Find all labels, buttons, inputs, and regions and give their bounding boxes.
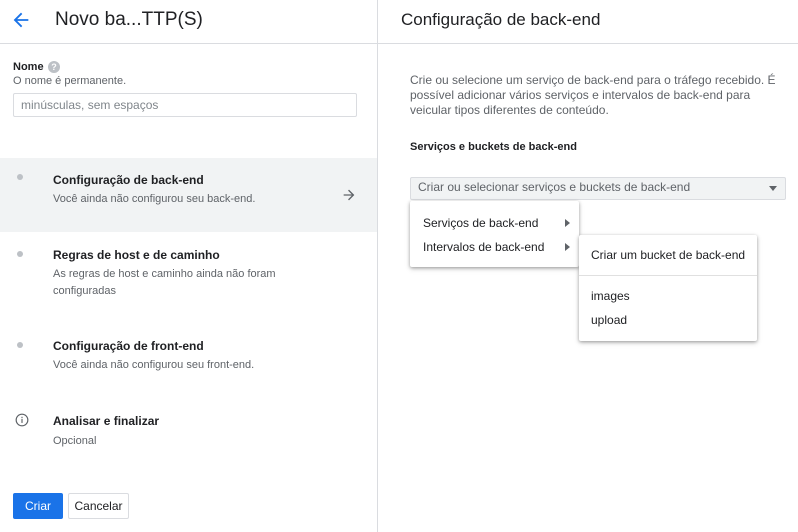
menu-item-create-bucket[interactable]: Criar um bucket de back-end	[579, 243, 757, 267]
caret-right-icon	[565, 219, 570, 227]
step-subtitle: Opcional	[53, 435, 97, 447]
caret-right-icon	[565, 243, 570, 251]
panel-title: Configuração de back-end	[401, 10, 601, 29]
panel-description: Crie ou selecione um serviço de back-end…	[410, 73, 776, 117]
step-title: Configuração de back-end	[53, 173, 204, 187]
menu-divider	[579, 275, 757, 276]
page-title: Novo ba...TTP(S)	[55, 9, 203, 30]
backend-type-menu: Serviços de back-end Intervalos de back-…	[410, 201, 579, 267]
step-subtitle: Você ainda não configurou seu back-end.	[53, 193, 256, 205]
backend-select[interactable]: Criar ou selecionar serviços e buckets d…	[410, 177, 786, 200]
arrow-left-icon[interactable]	[10, 9, 32, 31]
create-button[interactable]: Criar	[13, 493, 63, 519]
help-icon[interactable]: ?	[48, 61, 60, 73]
step-frontend-config[interactable]: Configuração de front-end Você ainda não…	[0, 322, 377, 382]
menu-item-upload[interactable]: upload	[579, 308, 757, 332]
step-review-finalize[interactable]: Analisar e finalizar Opcional	[0, 398, 377, 458]
section-label: Serviços e buckets de back-end	[410, 141, 577, 153]
name-label: Nome	[13, 61, 44, 73]
cancel-button[interactable]: Cancelar	[68, 493, 129, 519]
info-icon	[15, 413, 29, 427]
step-subtitle: Você ainda não configurou seu front-end.	[53, 359, 255, 371]
menu-item-backend-buckets[interactable]: Intervalos de back-end	[410, 235, 579, 259]
step-bullet	[17, 342, 23, 348]
step-title: Regras de host e de caminho	[53, 248, 220, 262]
backend-bucket-submenu: Criar um bucket de back-end images uploa…	[579, 235, 757, 341]
arrow-right-icon[interactable]	[341, 187, 357, 203]
backend-select-value: Criar ou selecionar serviços e buckets d…	[418, 180, 691, 194]
step-bullet	[17, 174, 23, 180]
top-bar: Novo ba...TTP(S)	[0, 0, 377, 44]
menu-item-label: Serviços de back-end	[423, 216, 539, 230]
caret-down-icon	[769, 186, 777, 191]
name-hint: O nome é permanente.	[13, 75, 127, 87]
panel-header: Configuração de back-end	[378, 0, 798, 44]
menu-item-backend-services[interactable]: Serviços de back-end	[410, 211, 579, 235]
menu-item-images[interactable]: images	[579, 284, 757, 308]
step-subtitle: As regras de host e caminho ainda não fo…	[53, 268, 276, 297]
step-backend-config[interactable]: Configuração de back-end Você ainda não …	[0, 158, 377, 232]
step-title: Analisar e finalizar	[53, 414, 160, 428]
name-input[interactable]	[13, 93, 357, 117]
menu-item-label: Intervalos de back-end	[423, 240, 545, 254]
step-host-path-rules[interactable]: Regras de host e de caminho As regras de…	[0, 232, 377, 312]
step-bullet	[17, 251, 23, 257]
step-title: Configuração de front-end	[53, 339, 204, 353]
left-panel: Novo ba...TTP(S) Nome ? O nome é permane…	[0, 0, 378, 532]
